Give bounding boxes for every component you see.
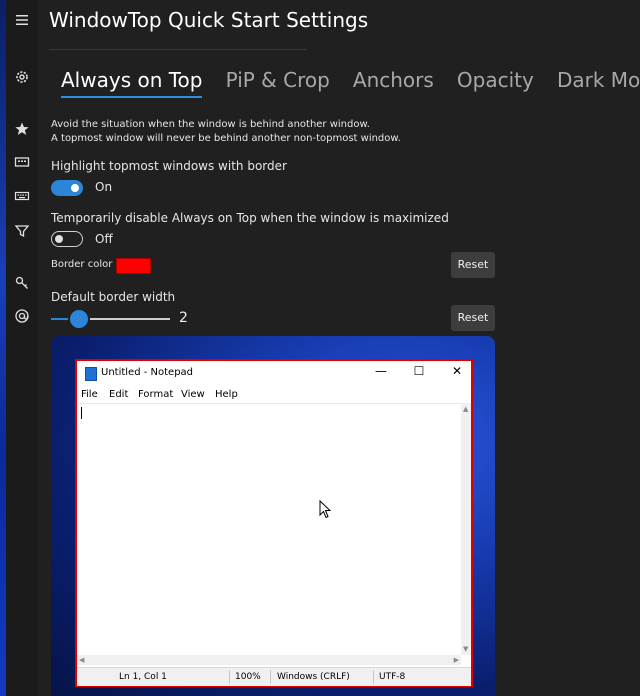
- text-caret: [81, 407, 82, 419]
- keyboard-icon[interactable]: [13, 187, 31, 205]
- scroll-left-icon: ◀: [79, 656, 85, 664]
- status-position: Ln 1, Col 1: [119, 672, 167, 682]
- notepad-menu-help: Help: [215, 389, 238, 400]
- minimize-icon: —: [375, 364, 387, 378]
- notepad-title: Untitled - Notepad: [101, 367, 194, 378]
- border-color-swatch[interactable]: [116, 258, 151, 274]
- status-encoding: UTF-8: [379, 672, 406, 682]
- toggle-knob: [55, 234, 63, 243]
- settings-icon[interactable]: [13, 68, 31, 86]
- close-icon: ✕: [451, 364, 463, 378]
- notepad-menu-view: View: [181, 389, 205, 400]
- status-separator: [229, 670, 230, 684]
- highlight-border-state: On: [95, 180, 113, 194]
- highlight-border-label: Highlight topmost windows with border: [51, 159, 287, 173]
- disable-maximized-toggle[interactable]: [51, 231, 83, 247]
- settings-window: WindowTop Quick Start Settings Always on…: [6, 0, 640, 696]
- scroll-right-icon: ▶: [453, 656, 459, 664]
- notepad-menu-bar: File Edit Format View Help: [77, 387, 471, 403]
- disable-maximized-state: Off: [95, 232, 113, 246]
- status-separator: [373, 670, 374, 684]
- border-color-label: Border color: [51, 259, 113, 270]
- menu-icon[interactable]: [13, 11, 31, 29]
- notepad-window: Untitled - Notepad — ☐ ✕ File Edit Forma…: [75, 359, 473, 687]
- preview-image: Untitled - Notepad — ☐ ✕ File Edit Forma…: [51, 336, 495, 696]
- notepad-text-area: [79, 403, 463, 656]
- scroll-up-icon: ▲: [463, 405, 469, 413]
- highlight-border-toggle[interactable]: [51, 180, 83, 196]
- toggle-knob: [71, 184, 79, 192]
- notepad-titlebar: Untitled - Notepad — ☐ ✕: [77, 361, 471, 385]
- notepad-menu-format: Format: [138, 389, 174, 400]
- mouse-cursor-icon: [319, 500, 332, 519]
- description-line-1: Avoid the situation when the window is b…: [51, 119, 370, 130]
- disable-maximized-label: Temporarily disable Always on Top when t…: [51, 211, 449, 225]
- notepad-horizontal-scrollbar: ◀ ▶: [77, 655, 461, 665]
- description: Avoid the situation when the window is b…: [51, 118, 401, 146]
- status-line-ending: Windows (CRLF): [277, 672, 350, 682]
- notepad-menu-file: File: [81, 389, 98, 400]
- border-color-reset-button[interactable]: Reset: [451, 252, 495, 278]
- tab-dark-mode[interactable]: Dark Mode: [557, 68, 640, 92]
- at-icon[interactable]: [13, 307, 31, 325]
- maximize-icon: ☐: [413, 364, 425, 378]
- notepad-vertical-scrollbar: ▲ ▼: [461, 403, 471, 655]
- tab-always-on-top[interactable]: Always on Top: [61, 68, 203, 98]
- border-width-value: 2: [179, 310, 188, 326]
- border-width-slider-thumb[interactable]: [70, 310, 88, 328]
- tab-bar: Always on Top PiP & Crop Anchors Opacity…: [61, 68, 640, 98]
- star-icon[interactable]: [13, 120, 31, 138]
- window-title: WindowTop Quick Start Settings: [49, 8, 369, 32]
- key-icon[interactable]: [13, 274, 31, 292]
- status-zoom: 100%: [235, 672, 261, 682]
- description-line-2: A topmost window will never be behind an…: [51, 133, 401, 144]
- notepad-menu-edit: Edit: [109, 389, 129, 400]
- status-separator: [270, 670, 271, 684]
- scroll-down-icon: ▼: [463, 645, 469, 653]
- tab-pip-crop[interactable]: PiP & Crop: [226, 68, 330, 92]
- tab-anchors[interactable]: Anchors: [353, 68, 434, 92]
- border-width-label: Default border width: [51, 290, 176, 304]
- notepad-icon: [85, 367, 97, 381]
- tab-opacity[interactable]: Opacity: [457, 68, 534, 92]
- sidebar: [6, 0, 38, 696]
- window-icon[interactable]: [13, 153, 31, 171]
- filter-icon[interactable]: [13, 222, 31, 240]
- border-width-reset-button[interactable]: Reset: [451, 305, 495, 331]
- notepad-status-bar: Ln 1, Col 1 100% Windows (CRLF) UTF-8: [77, 667, 471, 686]
- title-divider: [49, 49, 307, 50]
